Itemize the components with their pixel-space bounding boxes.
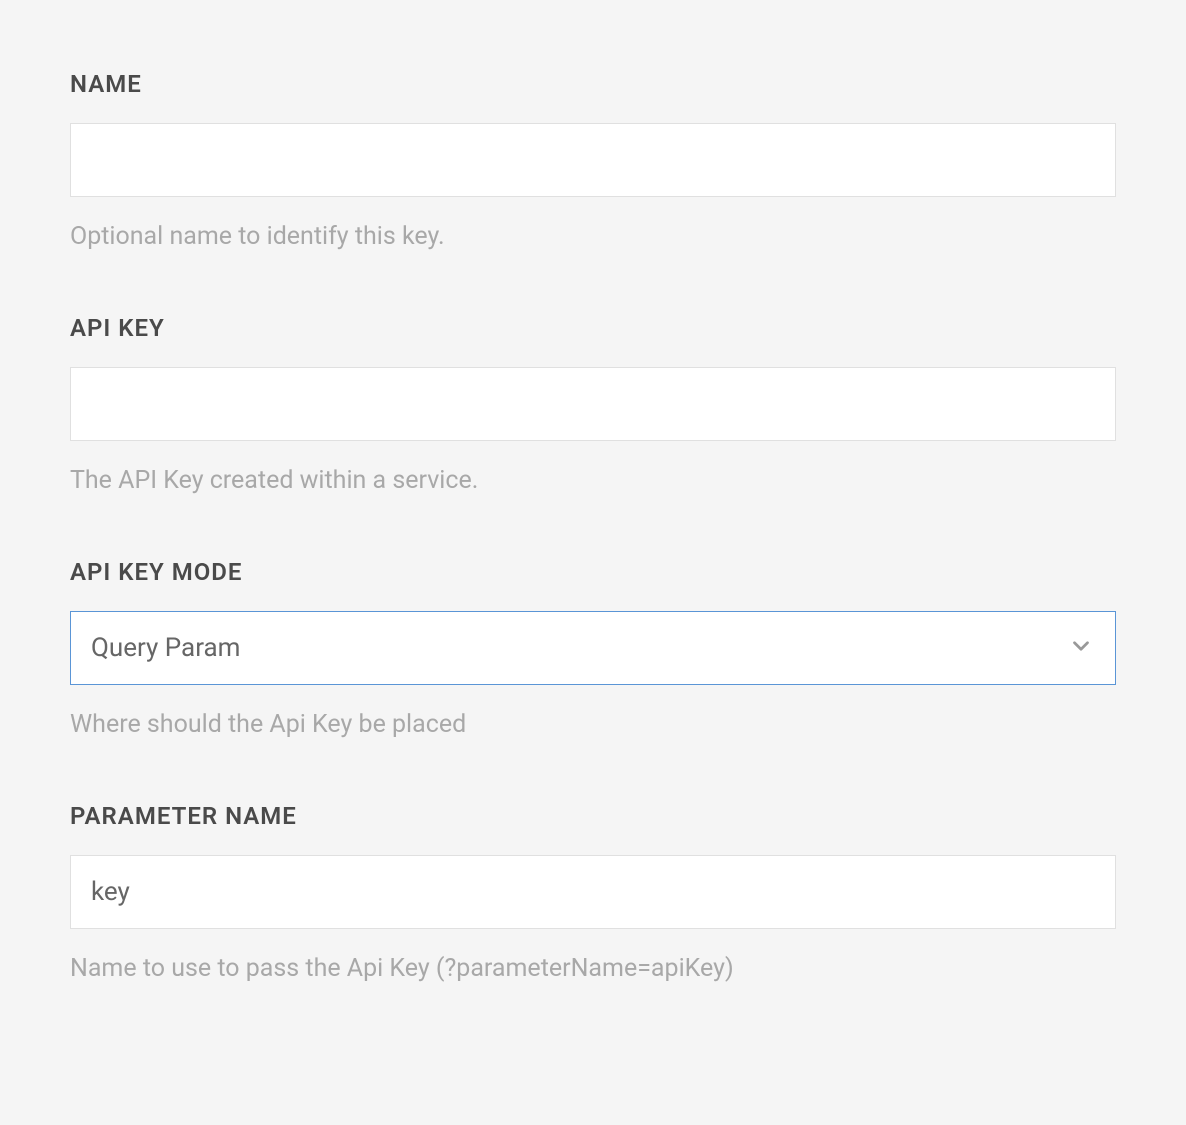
api-key-mode-field-group: API KEY MODE Query Param Where should th… [70, 558, 1116, 742]
parameter-name-field-group: PARAMETER NAME Name to use to pass the A… [70, 802, 1116, 986]
api-key-field-group: API KEY The API Key created within a ser… [70, 314, 1116, 498]
api-key-mode-select[interactable]: Query Param [70, 611, 1116, 685]
parameter-name-help-text: Name to use to pass the Api Key (?parame… [70, 951, 1116, 986]
api-key-mode-help-text: Where should the Api Key be placed [70, 707, 1116, 742]
parameter-name-label: PARAMETER NAME [70, 802, 1116, 830]
name-field-group: NAME Optional name to identify this key. [70, 70, 1116, 254]
name-help-text: Optional name to identify this key. [70, 219, 1116, 254]
api-key-mode-select-wrapper: Query Param [70, 611, 1116, 685]
parameter-name-input[interactable] [70, 855, 1116, 929]
api-key-input[interactable] [70, 367, 1116, 441]
api-key-help-text: The API Key created within a service. [70, 463, 1116, 498]
name-input[interactable] [70, 123, 1116, 197]
api-key-mode-label: API KEY MODE [70, 558, 1116, 586]
name-label: NAME [70, 70, 1116, 98]
api-key-label: API KEY [70, 314, 1116, 342]
